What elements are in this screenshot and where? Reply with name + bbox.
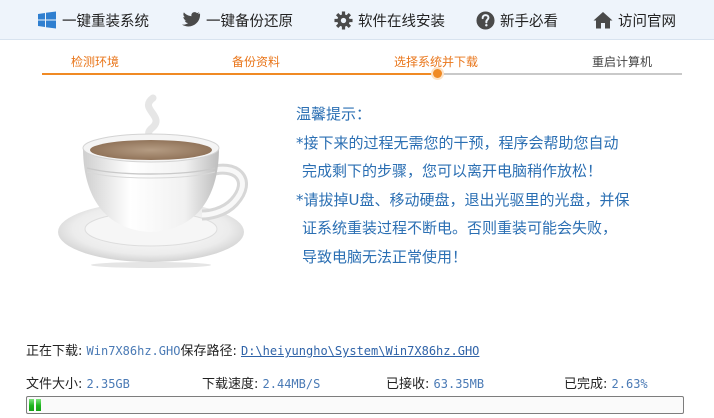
step-select-download: 选择系统并下载 (394, 55, 479, 69)
downloading-label: 正在下载: (26, 344, 83, 359)
tip-line: 证系统重装过程不断电。否则重装可能会失败， (302, 219, 618, 238)
top-nav: 一键重装系统 一键备份还原 软件在线安装 新手必看 访问官网 (0, 0, 714, 40)
current-step-dot (433, 69, 442, 78)
warm-tips: 温馨提示： *接下来的过程无需您的干预，程序会帮助您自动 完成剩下的步骤，您可以… (296, 100, 706, 272)
download-speed-stat: 下载速度: 2.44MB/S (202, 373, 320, 392)
file-size-stat: 文件大小: 2.35GB (26, 373, 130, 392)
install-steps: 检测环境 备份资料 选择系统并下载 重启计算机 (42, 46, 682, 78)
step-check-environment: 检测环境 (71, 55, 120, 69)
download-speed-label: 下载速度: (202, 377, 259, 392)
nav-one-click-backup[interactable]: 一键备份还原 (180, 0, 293, 40)
download-progress-bar (26, 396, 684, 414)
save-path-label: 保存路径: (180, 344, 237, 359)
nav-label: 软件在线安装 (358, 13, 445, 30)
progress-segment (29, 399, 34, 411)
nav-official-site[interactable]: 访问官网 (592, 0, 676, 40)
bird-icon (180, 9, 202, 31)
step-backup-data: 备份资料 (232, 55, 281, 69)
completed-stat: 已完成: 2.63% (564, 373, 648, 392)
file-size-label: 文件大小: (26, 377, 83, 392)
received-label: 已接收: (386, 377, 430, 392)
received-value: 63.35MB (433, 377, 485, 391)
download-progress-fill (29, 399, 681, 411)
tip-line: 导致电脑无法正常使用！ (302, 247, 468, 266)
step-restart: 重启计算机 (592, 55, 653, 69)
nav-one-click-reinstall[interactable]: 一键重装系统 (36, 0, 149, 40)
coffee-cup-illustration (58, 94, 263, 269)
downloading-file-name: Win7X86hz.GHO (86, 344, 181, 358)
tip-line: *接下来的过程无需您的干预，程序会帮助您自动 (296, 133, 619, 152)
nav-software-install[interactable]: 软件在线安装 (332, 0, 445, 40)
completed-label: 已完成: (564, 377, 608, 392)
nav-label: 一键重装系统 (62, 13, 149, 30)
tip-line: *请拔掉U盘、移动硬盘，退出光驱里的光盘，并保 (296, 190, 630, 209)
windows-icon (36, 9, 58, 31)
tips-title: 温馨提示： (296, 105, 372, 123)
download-speed-value: 2.44MB/S (262, 377, 321, 391)
help-icon (474, 9, 496, 31)
received-stat: 已接收: 63.35MB (386, 373, 484, 392)
file-size-value: 2.35GB (86, 377, 130, 391)
tip-line: 完成剩下的步骤，您可以离开电脑稍作放松！ (302, 162, 603, 181)
nav-beginner-guide[interactable]: 新手必看 (474, 0, 558, 40)
nav-label: 新手必看 (500, 13, 558, 30)
home-icon (592, 9, 614, 31)
steps-progress (42, 73, 438, 75)
nav-label: 访问官网 (618, 13, 676, 30)
download-info-row: 正在下载: Win7X86hz.GHO保存路径: D:\heiyungho\Sy… (26, 340, 479, 359)
completed-value: 2.63% (611, 377, 648, 391)
nav-label: 一键备份还原 (206, 13, 293, 30)
gear-icon (332, 9, 354, 31)
save-path-link[interactable]: D:\heiyungho\System\Win7X86hz.GHO (241, 344, 479, 358)
progress-segment (36, 399, 41, 411)
